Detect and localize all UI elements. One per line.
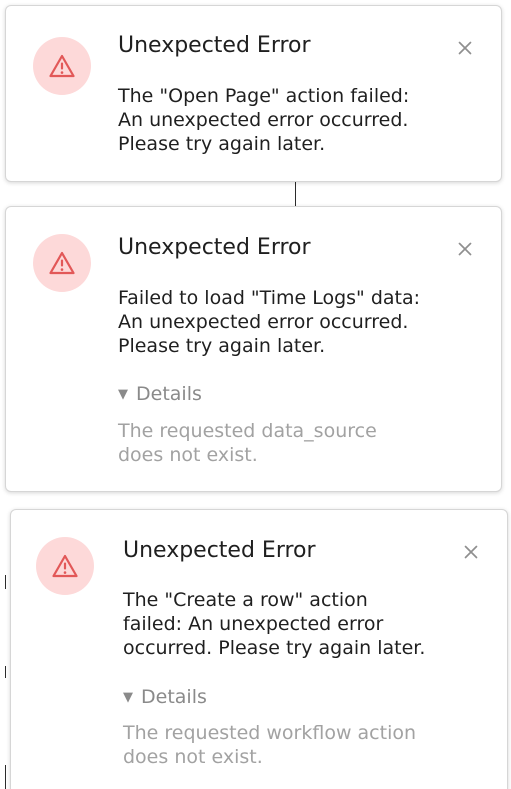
toast-title: Unexpected Error	[118, 235, 311, 260]
warning-triangle-icon	[49, 251, 75, 275]
details-line: does not exist.	[118, 444, 258, 466]
details-label: Details	[136, 383, 202, 405]
toast-message: The "Create a row" action failed: An une…	[123, 588, 425, 660]
close-icon	[464, 545, 478, 559]
toast-title: Unexpected Error	[123, 538, 316, 563]
close-button[interactable]	[457, 241, 473, 257]
toast-message-line: failed: An unexpected error	[123, 613, 384, 635]
toast-message-line: An unexpected error occurred.	[118, 109, 409, 131]
close-button[interactable]	[463, 544, 479, 560]
error-toast-stack: Unexpected Error The "Open Page" action …	[0, 0, 511, 789]
close-button[interactable]	[457, 40, 473, 56]
details-line: The requested workflow action	[123, 722, 417, 744]
toast-message-line: Failed to load "Time Logs" data:	[118, 287, 421, 309]
details-label: Details	[141, 686, 207, 708]
close-icon	[458, 242, 472, 256]
toast-message-line: The "Create a row" action	[123, 589, 368, 611]
toast-message: Failed to load "Time Logs" data: An unex…	[118, 286, 420, 358]
background-edge-line	[5, 765, 6, 789]
details-line: does not exist.	[123, 746, 263, 768]
close-icon	[458, 41, 472, 55]
warning-icon-badge	[33, 37, 91, 95]
toast-message-line: Please try again later.	[118, 335, 326, 357]
warning-icon-badge	[33, 234, 91, 292]
caret-down-icon: ▼	[123, 690, 133, 705]
details-text: The requested data_source does not exist…	[118, 419, 377, 467]
details-toggle[interactable]: ▼ Details	[123, 685, 207, 710]
toast-message-line: An unexpected error occurred.	[118, 311, 409, 333]
details-toggle[interactable]: ▼ Details	[118, 382, 202, 407]
toast-title: Unexpected Error	[118, 33, 311, 58]
toast-message: The "Open Page" action failed: An unexpe…	[118, 84, 409, 156]
background-connector-line	[295, 182, 296, 206]
caret-down-icon: ▼	[118, 387, 128, 402]
warning-icon-badge	[36, 537, 94, 595]
toast-message-line: The "Open Page" action failed:	[118, 85, 410, 107]
error-toast: Unexpected Error Failed to load "Time Lo…	[5, 206, 502, 492]
background-edge-line	[5, 666, 6, 678]
details-line: The requested data_source	[118, 420, 377, 442]
error-toast: Unexpected Error The "Open Page" action …	[5, 5, 502, 182]
error-toast: Unexpected Error The "Create a row" acti…	[10, 509, 508, 789]
toast-message-line: occurred. Please try again later.	[123, 637, 426, 659]
warning-triangle-icon	[52, 554, 78, 578]
details-text: The requested workflow action does not e…	[123, 721, 416, 769]
warning-triangle-icon	[49, 54, 75, 78]
toast-message-line: Please try again later.	[118, 133, 326, 155]
background-edge-line	[5, 575, 6, 589]
